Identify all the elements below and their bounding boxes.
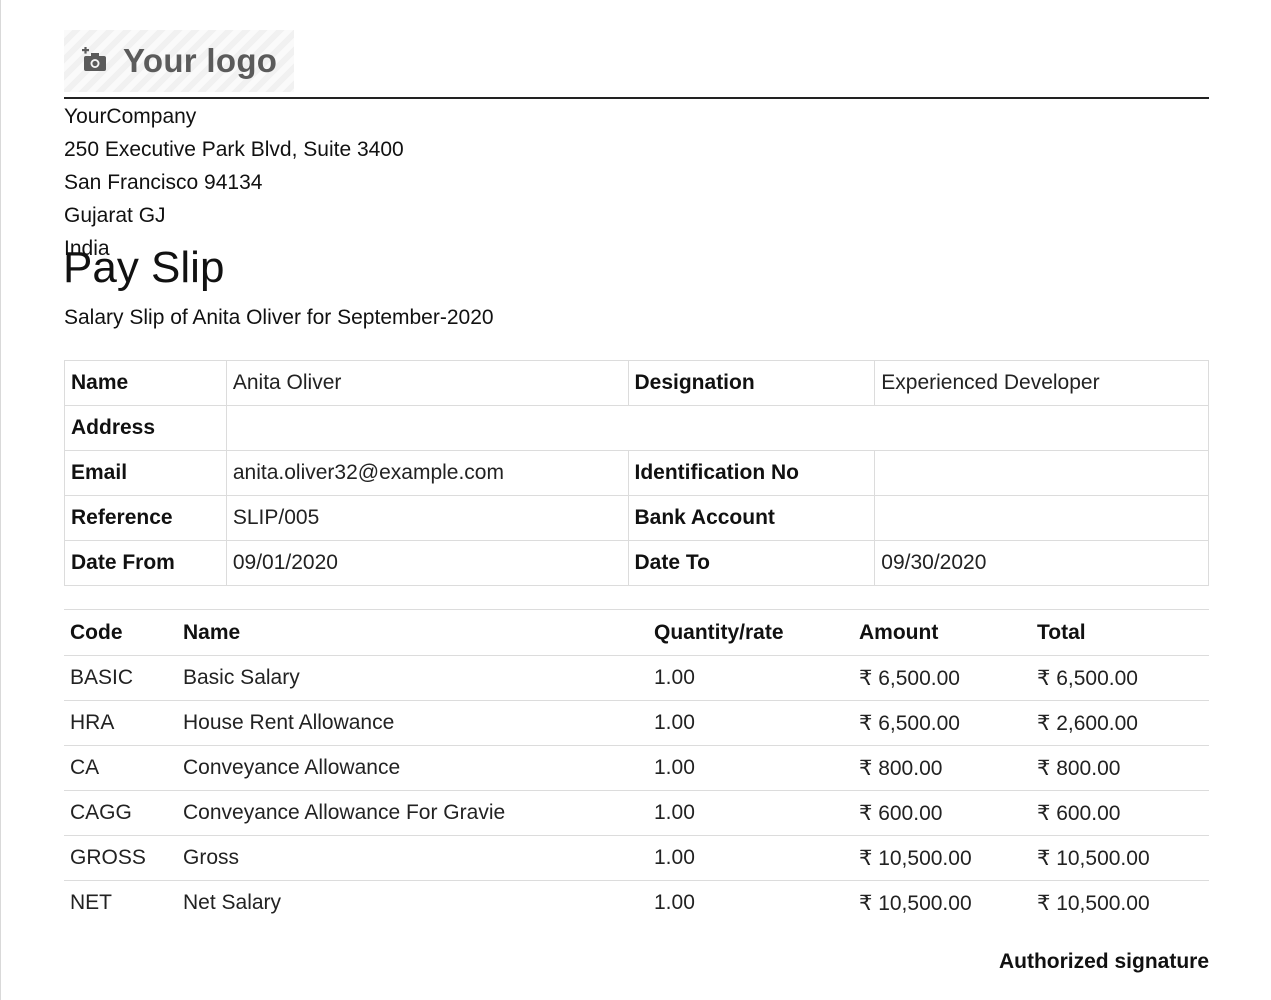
line-name: House Rent Allowance — [177, 700, 648, 746]
line-quantity: 1.00 — [648, 655, 853, 701]
employee-info-table: Name Anita Oliver Designation Experience… — [64, 360, 1210, 586]
identification-label: Identification No — [627, 450, 876, 496]
column-header-name: Name — [177, 609, 648, 656]
table-row: CAGG Conveyance Allowance For Gravie 1.0… — [64, 790, 1209, 836]
company-state: Gujarat GJ — [64, 204, 166, 227]
line-quantity: 1.00 — [648, 745, 853, 791]
line-amount: ₹ 600.00 — [853, 790, 1031, 836]
line-amount: ₹ 10,500.00 — [859, 891, 972, 915]
line-code: CAGG — [64, 790, 177, 836]
line-total: ₹ 800.00 — [1031, 745, 1209, 791]
line-amount: ₹ 6,500.00 — [853, 700, 1031, 746]
info-row: Date From 09/01/2020 Date To 09/30/2020 — [64, 540, 1209, 586]
logo-text: Your logo — [123, 42, 278, 79]
line-code: GROSS — [64, 835, 177, 881]
salary-lines-table: Code Name Quantity/rate Amount Total BAS… — [64, 609, 1209, 925]
date-from-value: 09/01/2020 — [225, 540, 629, 586]
email-value: anita.oliver32@example.com — [225, 450, 629, 496]
line-amount: ₹ 6,500.00 — [853, 655, 1031, 701]
line-total: ₹ 10,500.00 — [1031, 835, 1209, 881]
line-code: CA — [64, 745, 177, 791]
line-total: ₹ 6,500.00 — [1031, 655, 1209, 701]
date-to-value: 09/30/2020 — [874, 540, 1209, 586]
line-quantity: 1.00 — [648, 790, 853, 836]
authorized-signature: Authorized signature — [998, 950, 1209, 973]
line-name: Conveyance Allowance — [177, 745, 648, 791]
table-row: CA Conveyance Allowance 1.00 ₹ 800.00 ₹ … — [64, 745, 1209, 791]
page-title: Pay Slip — [63, 243, 225, 292]
line-name: Conveyance Allowance For Gravie — [177, 790, 648, 836]
address-value — [225, 405, 1210, 451]
camera-add-icon — [81, 46, 109, 75]
column-header-code: Code — [64, 609, 177, 656]
reference-label: Reference — [64, 495, 227, 541]
name-value: Anita Oliver — [225, 360, 629, 406]
designation-value: Experienced Developer — [874, 360, 1209, 406]
column-header-amount: Amount — [853, 609, 1031, 656]
name-label: Name — [64, 360, 227, 406]
page-edge — [0, 0, 1, 1000]
line-name: Basic Salary — [177, 655, 648, 701]
line-quantity: 1.00 — [648, 700, 853, 746]
bank-account-value — [874, 495, 1209, 541]
info-row: Name Anita Oliver Designation Experience… — [64, 360, 1209, 406]
line-quantity: 1.00 — [654, 891, 695, 914]
table-row: HRA House Rent Allowance 1.00 ₹ 6,500.00… — [64, 700, 1209, 746]
line-name: Net Salary — [183, 891, 282, 914]
table-row: BASIC Basic Salary 1.00 ₹ 6,500.00 ₹ 6,5… — [64, 655, 1209, 701]
line-total: ₹ 2,600.00 — [1031, 700, 1209, 746]
company-street: 250 Executive Park Blvd, Suite 3400 — [64, 138, 404, 161]
line-amount: ₹ 800.00 — [853, 745, 1031, 791]
info-row: Reference SLIP/005 Bank Account — [64, 495, 1209, 541]
identification-value — [874, 450, 1209, 496]
line-code: NET — [70, 891, 112, 914]
date-from-label: Date From — [64, 540, 227, 586]
info-row: Address — [64, 405, 1210, 451]
page-subtitle: Salary Slip of Anita Oliver for Septembe… — [64, 306, 494, 329]
line-quantity: 1.00 — [648, 835, 853, 881]
table-row: GROSS Gross 1.00 ₹ 10,500.00 ₹ 10,500.00 — [64, 835, 1209, 881]
table-header-row: Code Name Quantity/rate Amount Total — [64, 609, 1209, 656]
column-header-quantity: Quantity/rate — [648, 609, 853, 656]
table-row: NET Net Salary 1.00 ₹ 10,500.00 ₹ 10,500… — [64, 881, 1209, 926]
company-logo[interactable]: Your logo — [64, 30, 294, 92]
designation-label: Designation — [627, 360, 876, 406]
email-label: Email — [64, 450, 227, 496]
bank-account-label: Bank Account — [627, 495, 876, 541]
line-total: ₹ 10,500.00 — [1037, 891, 1150, 915]
line-code: HRA — [64, 700, 177, 746]
header-divider — [64, 97, 1209, 99]
info-row: Email anita.oliver32@example.com Identif… — [64, 450, 1209, 496]
reference-value: SLIP/005 — [225, 495, 629, 541]
line-code: BASIC — [64, 655, 177, 701]
line-name: Gross — [177, 835, 648, 881]
company-name: YourCompany — [64, 105, 197, 128]
line-amount: ₹ 10,500.00 — [853, 835, 1031, 881]
date-to-label: Date To — [627, 540, 876, 586]
line-total: ₹ 600.00 — [1031, 790, 1209, 836]
column-header-total: Total — [1031, 609, 1209, 656]
company-city: San Francisco 94134 — [64, 171, 263, 194]
address-label: Address — [64, 405, 227, 451]
